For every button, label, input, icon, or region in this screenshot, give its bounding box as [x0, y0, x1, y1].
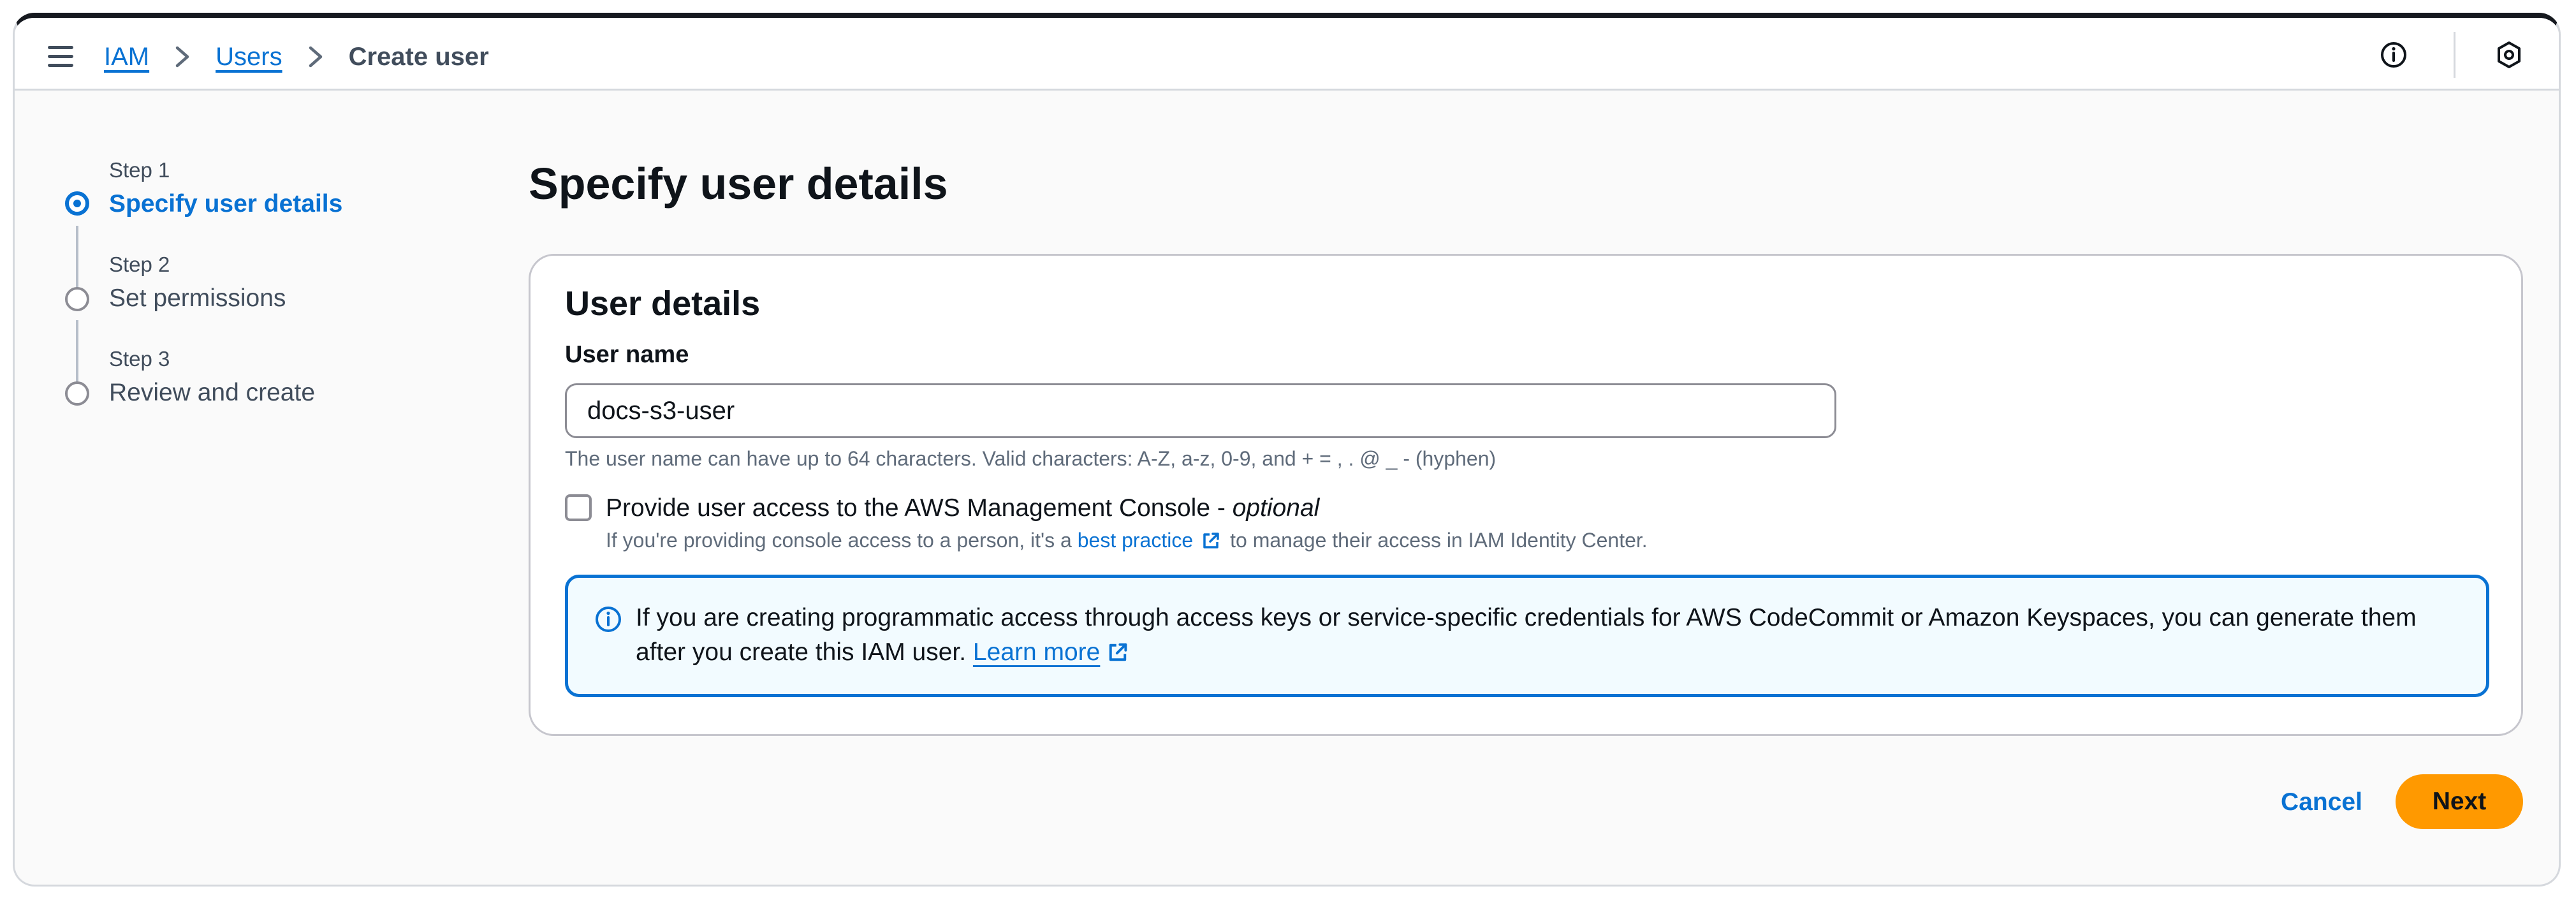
info-icon[interactable]	[2376, 37, 2411, 73]
section-title: User details	[565, 284, 761, 323]
next-button[interactable]: Next	[2396, 774, 2523, 829]
breadcrumb-iam-link[interactable]: IAM	[104, 43, 149, 71]
step-indicator	[65, 287, 89, 311]
menu-icon[interactable]	[48, 46, 73, 68]
step-number: Step 3	[109, 347, 170, 371]
cancel-button[interactable]: Cancel	[2264, 776, 2379, 829]
step-connector	[76, 320, 78, 384]
breadcrumb-current-page: Create user	[348, 42, 489, 71]
top-navigation-bar: IAM Users Create user	[15, 18, 2559, 91]
console-desc-text-end: to manage their access in IAM Identity C…	[1230, 529, 1648, 552]
page-title: Specify user details	[529, 159, 948, 209]
external-link-icon	[1109, 643, 1127, 661]
app-window: IAM Users Create user Step 1 Specify use…	[13, 13, 2561, 887]
best-practice-link[interactable]: best practice	[1078, 529, 1230, 552]
step-title-set-permissions[interactable]: Set permissions	[109, 284, 286, 313]
breadcrumb: IAM Users Create user	[104, 41, 489, 73]
console-desc-text: If you're providing console access to a …	[606, 529, 1078, 552]
info-icon	[596, 607, 621, 632]
console-access-checkbox[interactable]	[565, 494, 592, 521]
step-number: Step 1	[109, 158, 170, 182]
step-indicator	[65, 381, 89, 406]
step-active-indicator	[65, 191, 89, 216]
learn-more-link[interactable]: Learn more	[973, 635, 1129, 670]
toolbar-divider	[2454, 32, 2455, 78]
step-title-specify-user-details[interactable]: Specify user details	[109, 190, 342, 218]
external-link-icon	[1203, 532, 1219, 548]
settings-hexagon-icon[interactable]	[2491, 37, 2527, 73]
user-name-label: User name	[565, 341, 689, 368]
console-access-label[interactable]: Provide user access to the AWS Managemen…	[606, 494, 1319, 522]
optional-tag: optional	[1232, 494, 1320, 522]
breadcrumb-users-link[interactable]: Users	[216, 43, 282, 71]
user-details-container: User details User name The user name can…	[529, 254, 2523, 736]
chevron-right-icon	[309, 46, 322, 68]
console-access-description: If you're providing console access to a …	[606, 529, 1648, 552]
step-connector	[76, 226, 78, 290]
step-number: Step 2	[109, 253, 170, 276]
step-title-review-and-create[interactable]: Review and create	[109, 379, 315, 407]
best-practice-link-text: best practice	[1077, 529, 1194, 552]
alert-message-text: If you are creating programmatic access …	[636, 604, 2417, 666]
user-name-constraint-text: The user name can have up to 64 characte…	[565, 447, 1497, 470]
top-right-tools	[2376, 32, 2527, 78]
chevron-right-icon	[175, 46, 189, 68]
wizard-steps: Step 1 Specify user details Step 2 Set p…	[50, 145, 407, 426]
info-alert: If you are creating programmatic access …	[565, 575, 2489, 697]
console-access-label-text: Provide user access to the AWS Managemen…	[606, 494, 1233, 522]
user-name-input[interactable]	[565, 383, 1836, 438]
alert-message: If you are creating programmatic access …	[636, 601, 2459, 670]
learn-more-link-text: Learn more	[972, 638, 1101, 666]
